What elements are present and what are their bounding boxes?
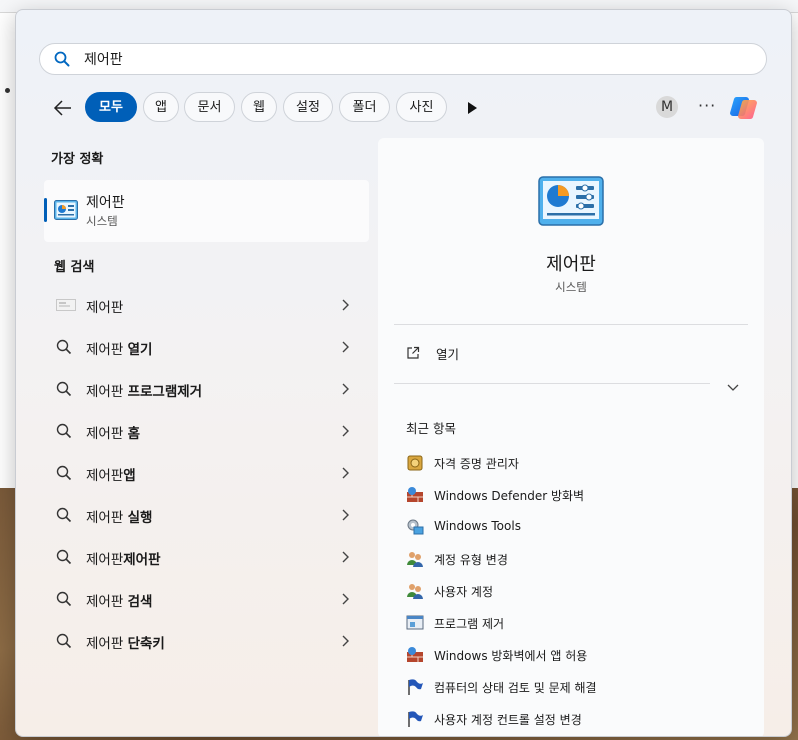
filter-all[interactable]: 모두 [85, 92, 137, 122]
chevron-right-icon [340, 339, 350, 358]
recent-item[interactable]: 컴퓨터의 상태 검토 및 문제 해결 [394, 672, 748, 700]
filter-settings[interactable]: 설정 [283, 92, 333, 122]
chevron-right-icon [340, 423, 350, 442]
chevron-down-icon[interactable] [726, 378, 740, 397]
search-icon [56, 381, 72, 401]
divider [394, 383, 710, 384]
recent-item-label: 계정 유형 변경 [434, 553, 508, 567]
recent-item-label: 자격 증명 관리자 [434, 457, 519, 471]
recent-item-label: Windows Defender 방화벽 [434, 489, 585, 503]
webpage-thumbnail-icon [56, 297, 76, 317]
search-icon [56, 339, 72, 359]
web-result-label: 제어판 단축키 [86, 636, 165, 652]
search-icon [56, 507, 72, 527]
divider [394, 324, 748, 325]
recent-item[interactable]: 프로그램 제거 [394, 608, 748, 636]
search-icon [54, 51, 70, 71]
windows-tools-icon [406, 518, 424, 536]
web-search-heading: 웹 검색 [54, 260, 95, 275]
web-result-row[interactable]: 제어판 단축키 [44, 621, 369, 661]
recent-item-label: 컴퓨터의 상태 검토 및 문제 해결 [434, 681, 597, 695]
best-match-heading: 가장 정확 [51, 152, 104, 167]
chevron-right-icon [340, 381, 350, 400]
credential-manager-icon [406, 454, 424, 472]
firewall-icon [406, 646, 424, 664]
detail-app-name: 제어판 [546, 254, 596, 275]
open-action[interactable]: 열기 [394, 338, 748, 366]
best-match-subtitle: 시스템 [86, 214, 118, 228]
web-result-row[interactable]: 제어판 열기 [44, 327, 369, 367]
best-match-title: 제어판 [86, 195, 125, 211]
web-result-row[interactable]: 제어판 실행 [44, 495, 369, 535]
flag-icon [406, 710, 424, 728]
firewall-icon [406, 486, 424, 504]
start-search-panel: 모두 앱 문서 웹 설정 폴더 사진 M ··· [15, 9, 792, 737]
filter-folders[interactable]: 폴더 [339, 92, 390, 122]
detail-pane: 제어판 시스템 열기 최근 항목 자격 증명 관리자 Windows Defen… [378, 138, 764, 736]
chevron-right-icon [340, 633, 350, 652]
programs-icon [406, 614, 424, 632]
recent-item-label: 프로그램 제거 [434, 617, 505, 631]
chevron-right-icon [340, 297, 350, 316]
recent-item[interactable]: Windows Defender 방화벽 [394, 480, 748, 508]
recent-item-label: 사용자 계정 컨트롤 설정 변경 [434, 713, 582, 727]
more-filters-arrow-icon[interactable] [468, 102, 477, 114]
recent-items-heading: 최근 항목 [406, 421, 456, 436]
selection-indicator [44, 198, 47, 222]
web-result-label: 제어판 실행 [86, 510, 153, 526]
recent-item[interactable]: 사용자 계정 [394, 576, 748, 604]
web-result-row[interactable]: 제어판 프로그램제거 [44, 369, 369, 409]
web-result-label: 제어판 열기 [86, 342, 153, 358]
detail-app-kind: 시스템 [555, 280, 587, 294]
search-icon [56, 591, 72, 611]
search-input[interactable] [84, 48, 744, 70]
recent-item-label: 사용자 계정 [434, 585, 494, 599]
back-arrow-icon[interactable] [52, 98, 74, 118]
best-match-item[interactable]: 제어판 시스템 [44, 180, 369, 242]
copilot-icon[interactable] [728, 93, 760, 123]
users-icon [406, 550, 424, 568]
web-result-row[interactable]: 제어판제어판 [44, 537, 369, 577]
web-result-row[interactable]: 제어판앱 [44, 453, 369, 493]
web-result-label: 제어판앱 [86, 468, 136, 484]
search-icon [56, 549, 72, 569]
chevron-right-icon [340, 507, 350, 526]
search-icon [56, 423, 72, 443]
filter-photos[interactable]: 사진 [396, 92, 447, 122]
filter-apps[interactable]: 앱 [143, 92, 179, 122]
recent-item[interactable]: 자격 증명 관리자 [394, 448, 748, 476]
web-result-label: 제어판 프로그램제거 [86, 384, 203, 400]
recent-item[interactable]: Windows 방화벽에서 앱 허용 [394, 640, 748, 668]
search-box[interactable] [39, 43, 767, 75]
web-result-label: 제어판 [86, 300, 124, 316]
web-result-label: 제어판제어판 [86, 552, 161, 568]
chevron-right-icon [340, 465, 350, 484]
flag-icon [406, 678, 424, 696]
recent-item-label: Windows 방화벽에서 앱 허용 [434, 649, 588, 663]
desktop-dot [5, 88, 10, 93]
account-avatar[interactable]: M [656, 96, 678, 118]
open-label: 열기 [436, 347, 460, 362]
filter-bar: 모두 앱 문서 웹 설정 폴더 사진 M ··· [42, 92, 782, 124]
web-result-row[interactable]: 제어판 검색 [44, 579, 369, 619]
recent-item[interactable]: 계정 유형 변경 [394, 544, 748, 572]
filter-web[interactable]: 웹 [241, 92, 277, 122]
chevron-right-icon [340, 591, 350, 610]
web-result-row[interactable]: 제어판 홈 [44, 411, 369, 451]
recent-item-label: Windows Tools [434, 519, 521, 533]
more-options-button[interactable]: ··· [698, 96, 716, 115]
web-result-label: 제어판 검색 [86, 594, 153, 610]
search-icon [56, 465, 72, 485]
web-result-label: 제어판 홈 [86, 426, 140, 442]
web-result-row[interactable]: 제어판 [44, 285, 369, 325]
recent-item[interactable]: 사용자 계정 컨트롤 설정 변경 [394, 704, 748, 732]
users-icon [406, 582, 424, 600]
control-panel-icon [54, 200, 78, 224]
recent-item[interactable]: Windows Tools [394, 512, 748, 540]
filter-documents[interactable]: 문서 [184, 92, 235, 122]
chevron-right-icon [340, 549, 350, 568]
open-external-icon [406, 345, 420, 364]
control-panel-icon [538, 176, 604, 230]
search-icon [56, 633, 72, 653]
